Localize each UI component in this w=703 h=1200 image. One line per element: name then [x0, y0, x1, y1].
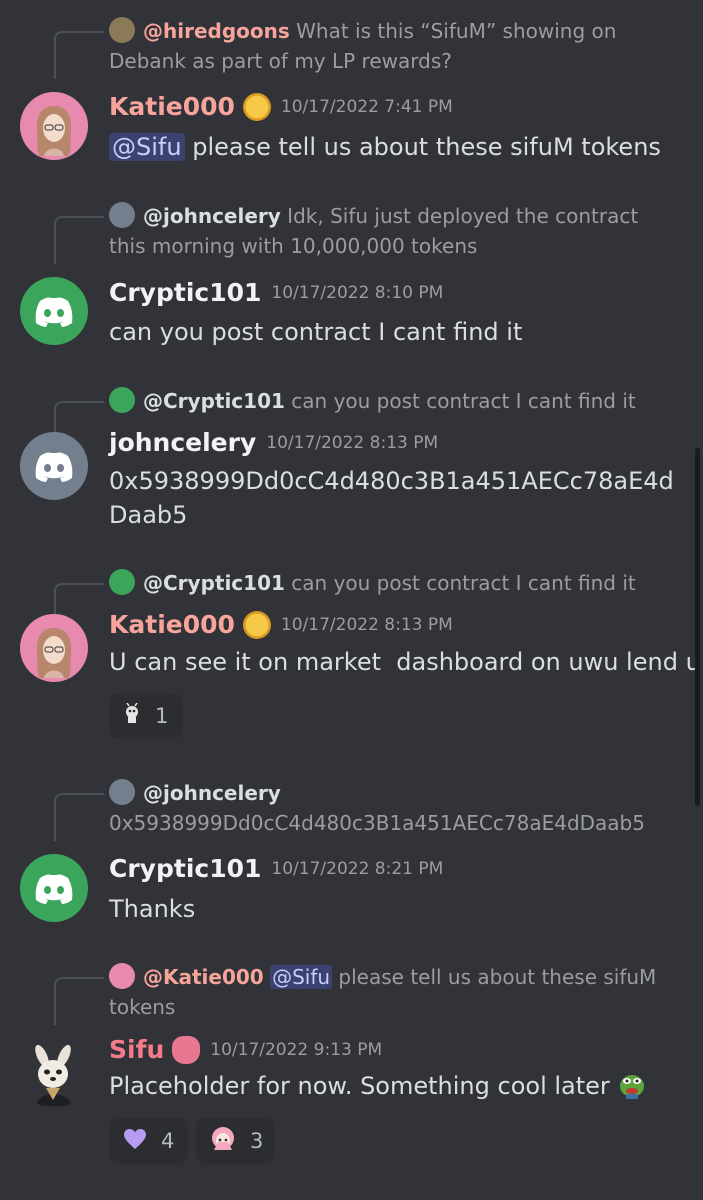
- reply-avatar: [109, 779, 135, 805]
- reply-preview[interactable]: @Katie000 @Sifu please tell us about the…: [109, 962, 676, 1022]
- reply-author[interactable]: @johncelery: [143, 781, 281, 805]
- reply-text: 0x5938999Dd0cC4d480c3B1a451AECc78aE4dDaa…: [109, 811, 645, 835]
- reply-mention[interactable]: @Sifu: [270, 965, 333, 989]
- message-content: Thanks: [109, 895, 196, 923]
- username[interactable]: Sifu: [109, 1035, 164, 1064]
- message-content: can you post contract I cant find it: [109, 318, 523, 346]
- reply-preview[interactable]: @Cryptic101 can you post contract I cant…: [109, 386, 676, 416]
- avatar[interactable]: [20, 432, 88, 500]
- message-content: @Sifu please tell us about these sifuM t…: [109, 130, 676, 164]
- timestamp: 10/17/2022 9:13 PM: [210, 1039, 383, 1060]
- katie-avatar-icon: [36, 106, 72, 156]
- coin-badge-icon: [242, 92, 271, 121]
- timestamp: 10/17/2022 8:21 PM: [271, 858, 444, 879]
- message-content: 0x5938999Dd0cC4d480c3B1a451AECc78aE4dDaa…: [109, 467, 674, 529]
- reply-preview[interactable]: @Cryptic101 can you post contract I cant…: [109, 568, 676, 598]
- discord-logo-icon: [35, 874, 73, 904]
- username[interactable]: Katie000: [109, 92, 235, 121]
- reply-author[interactable]: @Katie000: [143, 965, 264, 989]
- pepe-emoji-icon: [617, 1070, 647, 1109]
- reply-author[interactable]: @Cryptic101: [143, 571, 285, 595]
- discord-logo-icon: [35, 452, 73, 482]
- reply-preview[interactable]: @johncelery 0x5938999Dd0cC4d480c3B1a451A…: [109, 778, 676, 838]
- timestamp: 10/17/2022 7:41 PM: [280, 96, 453, 117]
- pink-creature-badge-icon: [172, 1035, 201, 1064]
- message-content: Placeholder for now. Something cool late…: [109, 1069, 676, 1109]
- message-content: U can see it on market dashboard on uwu …: [109, 648, 703, 676]
- reaction-button[interactable]: 3: [196, 1118, 275, 1164]
- avatar[interactable]: [20, 614, 88, 682]
- reply-spine: [54, 793, 104, 841]
- username[interactable]: Cryptic101: [109, 854, 261, 883]
- reply-text: can you post contract I cant find it: [291, 389, 636, 413]
- username[interactable]: johncelery: [109, 428, 256, 457]
- purple-heart-emoji-icon: [123, 1128, 147, 1155]
- reply-avatar: [109, 963, 135, 989]
- scrollbar-thumb[interactable]: [695, 448, 700, 806]
- reaction-count: 1: [155, 704, 169, 728]
- reply-spine: [54, 216, 104, 264]
- timestamp: 10/17/2022 8:13 PM: [280, 614, 453, 635]
- reaction-button[interactable]: 4: [109, 1118, 188, 1164]
- katie-avatar-icon: [36, 628, 72, 678]
- avatar[interactable]: [20, 1040, 88, 1108]
- reply-author[interactable]: @hiredgoons: [143, 19, 290, 43]
- reaction-button[interactable]: 1: [109, 693, 183, 739]
- reply-preview[interactable]: @hiredgoons What is this “SifuM” showing…: [109, 16, 676, 76]
- reply-text: can you post contract I cant find it: [291, 571, 636, 595]
- user-mention[interactable]: @Sifu: [109, 133, 185, 161]
- robot-emoji-icon: [123, 702, 141, 730]
- avatar[interactable]: [20, 854, 88, 922]
- discord-logo-icon: [35, 297, 73, 327]
- reply-avatar: [109, 569, 135, 595]
- avatar[interactable]: [20, 92, 88, 160]
- reply-avatar: [109, 202, 135, 228]
- username[interactable]: Cryptic101: [109, 278, 261, 307]
- username[interactable]: Katie000: [109, 610, 235, 639]
- reply-avatar: [109, 387, 135, 413]
- reply-spine: [54, 977, 104, 1025]
- sifu-avatar-icon: [35, 1044, 72, 1106]
- reply-preview[interactable]: @johncelery Idk, Sifu just deployed the …: [109, 201, 676, 261]
- message-text: Placeholder for now. Something cool late…: [109, 1072, 610, 1100]
- message-text: please tell us about these sifuM tokens: [192, 133, 661, 161]
- reply-author[interactable]: @johncelery: [143, 204, 281, 228]
- reply-spine: [54, 31, 104, 79]
- timestamp: 10/17/2022 8:10 PM: [271, 282, 444, 303]
- avatar[interactable]: [20, 277, 88, 345]
- anime-girl-emoji-icon: [210, 1126, 236, 1157]
- coin-badge-icon: [242, 610, 271, 639]
- reply-author[interactable]: @Cryptic101: [143, 389, 285, 413]
- timestamp: 10/17/2022 8:13 PM: [266, 432, 439, 453]
- reply-avatar: [109, 17, 135, 43]
- reaction-count: 3: [250, 1129, 264, 1153]
- reaction-count: 4: [161, 1129, 175, 1153]
